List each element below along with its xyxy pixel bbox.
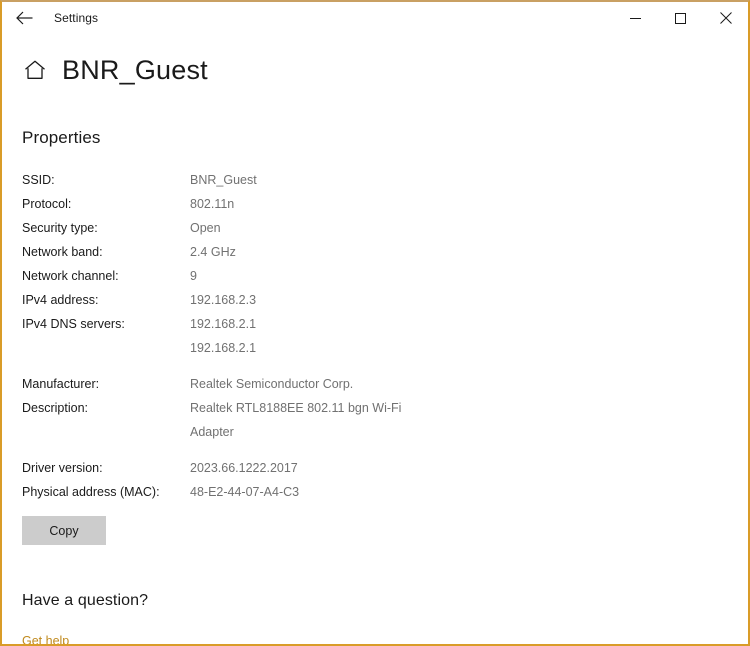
property-row: Network band: 2.4 GHz	[22, 240, 728, 264]
property-label: Physical address (MAC):	[22, 485, 160, 499]
property-label: IPv4 address:	[22, 293, 99, 307]
property-value-line: 192.168.2.3	[190, 293, 257, 307]
property-label: SSID:	[22, 173, 55, 187]
home-icon[interactable]	[22, 57, 48, 83]
property-row: Physical address (MAC): 48-E2-44-07-A4-C3	[22, 480, 728, 504]
property-label: Description:	[22, 401, 88, 415]
property-value-line: Realtek Semiconductor Corp.	[190, 377, 354, 391]
property-value-line: 9	[190, 269, 197, 283]
property-value: 9	[190, 264, 197, 288]
property-label: Security type:	[22, 221, 98, 235]
property-row: IPv4 DNS servers: 192.168.2.1 192.168.2.1	[22, 312, 728, 360]
maximize-icon	[675, 12, 686, 24]
property-value-line: 192.168.2.1	[190, 341, 257, 355]
property-value-line: 802.11n	[190, 197, 235, 211]
property-value: 2.4 GHz	[190, 240, 236, 264]
property-value: 2023.66.1222.2017	[190, 456, 298, 480]
minimize-button[interactable]	[613, 2, 658, 34]
section-heading-properties: Properties	[22, 128, 101, 147]
property-row: Network channel: 9	[22, 264, 728, 288]
app-title: Settings	[54, 11, 99, 25]
property-value-line: 48-E2-44-07-A4-C3	[190, 485, 300, 499]
properties-list: SSID: BNR_Guest Protocol: 802.11n Security t…	[22, 168, 728, 504]
close-button[interactable]	[703, 2, 748, 34]
caption-button-group	[613, 2, 748, 34]
property-value-line: Realtek RTL8188EE 802.11 bgn Wi-Fi	[190, 401, 402, 415]
property-label: Manufacturer:	[22, 377, 100, 391]
property-label: Driver version:	[22, 461, 103, 475]
property-value-line: Adapter	[190, 425, 234, 439]
minimize-icon	[630, 13, 641, 24]
property-value: Realtek RTL8188EE 802.11 bgn Wi-Fi Adapte…	[190, 396, 401, 444]
property-value: BNR_Guest	[190, 168, 257, 192]
property-value-line: Open	[190, 221, 221, 235]
content-area: Properties SSID: BNR_Guest Protocol: 802.11…	[2, 92, 748, 644]
get-help-link[interactable]: Get help	[22, 634, 69, 644]
property-value-line: 2023.66.1222.2017	[190, 461, 298, 475]
property-label: Network channel:	[22, 269, 119, 283]
property-label: IPv4 DNS servers:	[22, 317, 125, 331]
property-row: IPv4 address: 192.168.2.3	[22, 288, 728, 312]
property-value: 802.11n	[190, 192, 234, 216]
property-value-line: 192.168.2.1	[190, 317, 257, 331]
property-row: Description: Realtek RTL8188EE 802.11 bgn…	[22, 396, 728, 444]
page-title: BNR_Guest	[62, 54, 208, 85]
property-row: Security type: Open	[22, 216, 728, 240]
back-arrow-icon	[15, 11, 33, 25]
close-icon	[719, 12, 732, 24]
property-row: Protocol: 802.11n	[22, 192, 728, 216]
property-value: 48-E2-44-07-A4-C3	[190, 480, 299, 504]
property-value: Realtek Semiconductor Corp.	[190, 372, 353, 396]
title-bar: Settings	[2, 2, 748, 34]
property-label: Protocol:	[22, 197, 72, 211]
property-label: Network band:	[22, 245, 103, 259]
property-row: SSID: BNR_Guest	[22, 168, 728, 192]
property-value: 192.168.2.3	[190, 288, 256, 312]
maximize-button[interactable]	[658, 2, 703, 34]
settings-window: Settings BNR_Guest Properties SSID: BNR_…	[0, 0, 750, 646]
back-button[interactable]	[2, 2, 46, 34]
property-value-line: BNR_Guest	[190, 173, 257, 187]
property-value: 192.168.2.1 192.168.2.1	[190, 312, 256, 360]
help-heading: Have a question?	[22, 592, 149, 609]
copy-button[interactable]: Copy	[22, 516, 106, 545]
property-row: Driver version: 2023.66.1222.2017	[22, 456, 728, 480]
page-header: BNR_Guest	[2, 48, 748, 92]
property-value-line: 2.4 GHz	[190, 245, 236, 259]
property-row: Manufacturer: Realtek Semiconductor Corp.	[22, 372, 728, 396]
property-value: Open	[190, 216, 221, 240]
